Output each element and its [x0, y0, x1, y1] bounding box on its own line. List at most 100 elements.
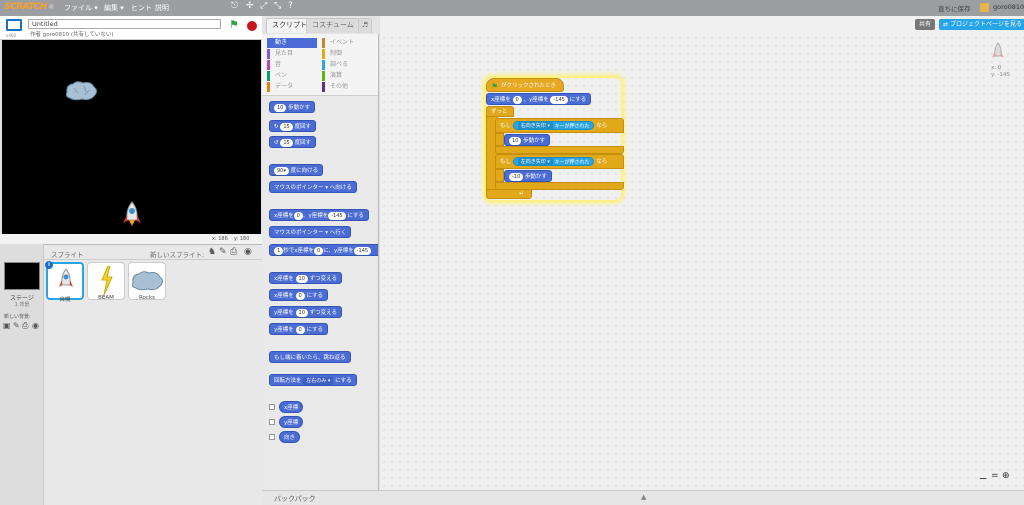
menu-about[interactable]: 説明	[155, 3, 169, 13]
dx-input[interactable]: 10	[295, 274, 308, 283]
paint-sprite-icon[interactable]: ✎	[219, 247, 227, 257]
block-turn-right[interactable]: ↻ 15 度回す	[269, 120, 316, 132]
duplicate-icon[interactable]: ⎋	[231, 1, 238, 11]
category-sensing[interactable]: 調べる	[322, 60, 372, 70]
category-sound[interactable]: 音	[267, 60, 317, 70]
zoom-in-icon[interactable]: ⊕	[1002, 471, 1010, 481]
when-flag-clicked-block[interactable]: ⚑ がクリックされたとき	[486, 78, 564, 92]
key-dropdown[interactable]: 右向き矢印 ▾	[517, 122, 553, 130]
folder-icon[interactable]	[980, 3, 989, 12]
tab-costumes[interactable]: コスチューム	[306, 18, 360, 33]
upload-sprite-icon[interactable]: ⎙	[230, 247, 237, 257]
choose-sprite-icon[interactable]: ♞	[208, 247, 216, 257]
key-pressed-sensing[interactable]: 左向き矢印 ▾ キーが押された	[512, 157, 595, 166]
checkbox-direction[interactable]	[269, 434, 275, 440]
scratch-logo[interactable]: SCRATCH	[4, 2, 47, 14]
zoom-reset-icon[interactable]: =	[991, 471, 999, 481]
cut-icon[interactable]: ✢	[246, 1, 254, 11]
stage-thumbnail[interactable]	[4, 262, 40, 290]
reporter-y[interactable]: y座標	[279, 416, 304, 428]
dy-input[interactable]: 10	[295, 308, 308, 317]
see-project-page-button[interactable]: ⇄ プロジェクトページを見る	[939, 19, 1024, 30]
key-dropdown[interactable]: 左向き矢印 ▾	[517, 158, 553, 166]
tab-sounds[interactable]: ♬	[358, 18, 372, 33]
camera-backdrop-icon[interactable]: ◉	[32, 321, 39, 330]
stage-canvas[interactable]	[2, 40, 261, 234]
upload-backdrop-icon[interactable]: ⎙	[22, 321, 28, 331]
save-now-link[interactable]: 直ちに保存	[938, 3, 971, 13]
category-control[interactable]: 制御	[322, 49, 372, 59]
expand-icon[interactable]: ▲	[641, 493, 646, 501]
x-input[interactable]: 0	[512, 95, 522, 104]
x-input[interactable]: 0	[313, 246, 324, 255]
steps-input[interactable]: 10	[509, 136, 522, 145]
category-motion[interactable]: 動き	[267, 38, 317, 48]
block-change-y[interactable]: y座標を 10 ずつ変える	[269, 306, 342, 318]
stage-selector[interactable]: ステージ 1 背景 新しい背景: ▣ ✎ ⎙ ◉	[0, 244, 44, 505]
block-rotation-style[interactable]: 回転方法を 左右のみ ▾ にする	[269, 374, 357, 386]
category-pen[interactable]: ペン	[267, 71, 317, 81]
category-data[interactable]: データ	[267, 82, 317, 92]
move-block[interactable]: -10 歩動かす	[504, 170, 552, 182]
turn-degrees-input[interactable]: 15	[280, 138, 293, 147]
move-block[interactable]: 10 歩動かす	[504, 134, 551, 146]
block-goto[interactable]: マウスのポインター ▾ へ行く	[269, 226, 352, 238]
block-move[interactable]: 10 歩動かす	[269, 101, 316, 113]
green-flag-icon[interactable]: ⚑	[229, 18, 239, 31]
block-point-direction[interactable]: 90▾ 度に向ける	[269, 164, 324, 176]
category-more[interactable]: その他	[322, 82, 372, 92]
if-block-left[interactable]: もし 左向き矢印 ▾ キーが押された なら	[495, 154, 624, 169]
reporter-x[interactable]: x座標	[279, 401, 304, 413]
block-bounce[interactable]: もし端に着いたら、跳ね返る	[269, 351, 351, 363]
move-steps-input[interactable]: 10	[274, 103, 287, 112]
y-input[interactable]: -145	[550, 95, 568, 104]
project-title-input[interactable]: Untitled	[28, 19, 221, 29]
username[interactable]: goro0810	[993, 3, 1024, 11]
rocks-sprite[interactable]	[64, 80, 100, 102]
menu-file[interactable]: ファイル ▾	[64, 3, 98, 13]
block-point-towards[interactable]: マウスのポインター ▾ へ向ける	[269, 181, 357, 193]
rotation-dropdown[interactable]: 左右のみ ▾	[303, 376, 334, 385]
camera-icon[interactable]: ◉	[244, 247, 252, 257]
shrink-icon[interactable]: ⤡	[274, 1, 281, 11]
category-operators[interactable]: 演算	[322, 71, 372, 81]
x-input[interactable]: 0	[293, 211, 303, 220]
menu-hint[interactable]: ヒント	[131, 3, 152, 13]
key-pressed-sensing[interactable]: 右向き矢印 ▾ キーが押された	[512, 121, 595, 130]
share-button[interactable]: 共有	[915, 19, 936, 30]
zoom-out-icon[interactable]: ⚊	[979, 472, 987, 482]
y-input[interactable]: -145	[328, 211, 346, 220]
category-looks[interactable]: 見た目	[267, 49, 317, 59]
secs-input[interactable]: 1	[274, 246, 284, 255]
forever-block[interactable]: ずっと	[486, 106, 514, 117]
paint-backdrop-icon[interactable]: ✎	[13, 321, 20, 330]
checkbox-y[interactable]	[269, 419, 275, 425]
block-set-x[interactable]: x座標を 0 にする	[269, 289, 329, 301]
reporter-direction[interactable]: 向き	[279, 431, 301, 443]
y-input[interactable]: -145	[353, 246, 372, 255]
block-glide[interactable]: 1 秒でx座標を 0 に、y座標を -145	[269, 244, 378, 256]
help-icon[interactable]: ?	[288, 1, 293, 11]
block-set-y[interactable]: y座標を 0 にする	[269, 323, 329, 335]
stop-icon[interactable]	[247, 21, 257, 31]
grow-icon[interactable]: ⤢	[260, 1, 267, 11]
menu-edit[interactable]: 編集 ▾	[104, 3, 124, 13]
script-area[interactable]: x: 0 y: -145 ⚑ がクリックされたとき x座標を 0 、y座標を -1…	[380, 34, 1024, 490]
choose-backdrop-icon[interactable]: ▣	[3, 321, 11, 330]
globe-icon[interactable]: ☼	[48, 3, 54, 11]
x-input[interactable]: 0	[295, 291, 305, 300]
if-block-right[interactable]: もし 右向き矢印 ▾ キーが押された なら	[495, 118, 624, 133]
category-events[interactable]: イベント	[322, 38, 372, 48]
turn-degrees-input[interactable]: 15	[280, 122, 293, 131]
block-goto-xy[interactable]: x座標を 0 、y座標を -145 にする	[269, 209, 369, 221]
fullscreen-icon[interactable]	[6, 19, 22, 31]
block-turn-left[interactable]: ↺ 15 度回す	[269, 136, 316, 148]
steps-input[interactable]: -10	[509, 172, 524, 181]
backpack-bar[interactable]: バックパック ▲	[262, 490, 1024, 505]
rocket-sprite[interactable]	[123, 201, 141, 227]
checkbox-x[interactable]	[269, 404, 275, 410]
y-input[interactable]: 0	[295, 325, 305, 334]
goto-xy-block[interactable]: x座標を 0 、y座標を -145 にする	[486, 93, 592, 105]
direction-input[interactable]: 90▾	[274, 166, 289, 175]
block-change-x[interactable]: x座標を 10 ずつ変える	[269, 272, 342, 284]
